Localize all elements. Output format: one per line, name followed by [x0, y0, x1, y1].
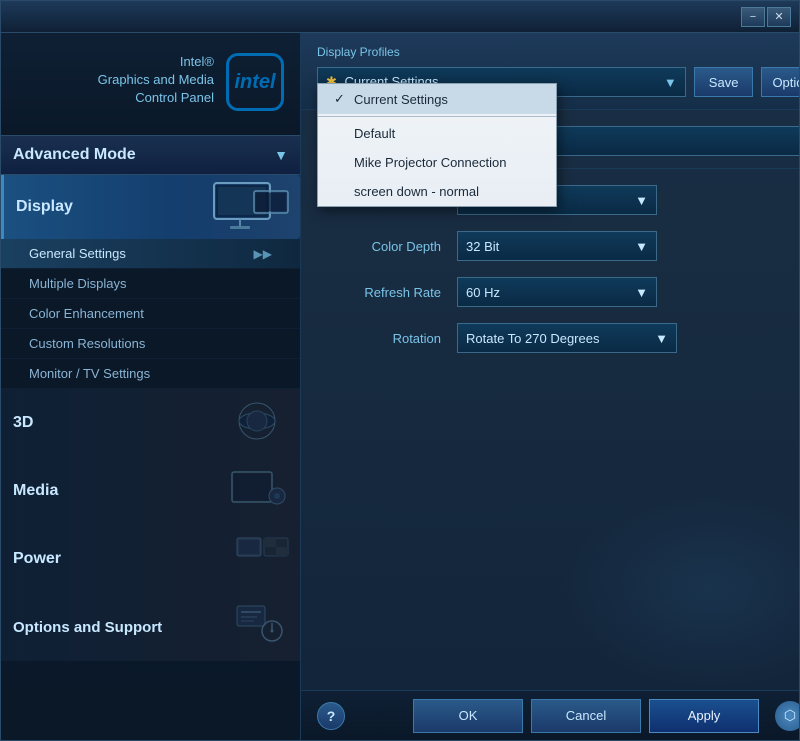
dropdown-item-mike-projector[interactable]: Mike Projector Connection [318, 148, 556, 177]
bottom-bar: ? OK Cancel Apply ⬡ pliki.pl [301, 690, 799, 740]
options-category-label: Options and Support [13, 619, 162, 636]
close-button[interactable]: ✕ [767, 7, 791, 27]
3d-icon [222, 396, 292, 450]
pliki-logo: ⬡ pliki.pl [775, 701, 799, 731]
media-category-icon [222, 464, 292, 514]
sidebar-header: Intel® Graphics and Media Control Panel … [1, 33, 300, 135]
main-window: − ✕ Intel® Graphics and Media Control Pa… [0, 0, 800, 741]
sidebar: Intel® Graphics and Media Control Panel … [1, 33, 301, 740]
mode-label: Advanced Mode [13, 146, 136, 164]
nav-category-header-options[interactable]: Options and Support [1, 593, 300, 661]
dropdown-item-current[interactable]: ✓ Current Settings [318, 84, 556, 114]
power-icon [232, 533, 292, 585]
color-depth-arrow-icon: ▼ [635, 239, 648, 254]
rotation-label: Rotation [317, 331, 457, 346]
mode-arrow-icon: ▼ [274, 147, 288, 163]
profile-section-label: Display Profiles [317, 45, 799, 59]
monitor-icon [212, 181, 292, 233]
cancel-button[interactable]: Cancel [531, 699, 641, 733]
color-depth-select[interactable]: 32 Bit ▼ [457, 231, 657, 261]
power-category-label: Power [13, 550, 61, 568]
profile-save-button[interactable]: Save [694, 67, 754, 97]
nav-section: Display [1, 175, 300, 740]
rotation-setting-row: Rotation Rotate To 270 Degrees ▼ [317, 323, 799, 353]
color-depth-setting-row: Color Depth 32 Bit ▼ [317, 231, 799, 261]
intel-logo: intel [226, 53, 284, 111]
profile-options-button[interactable]: Options ▼ [761, 67, 799, 97]
nav-category-header-3d[interactable]: 3D [1, 389, 300, 457]
nav-category-options[interactable]: Options and Support [1, 593, 300, 661]
power-category-icon [232, 533, 292, 581]
nav-sub-item-general-settings[interactable]: General Settings ▶▶ [1, 239, 300, 269]
display-sub-items: General Settings ▶▶ Multiple Displays Co… [1, 239, 300, 389]
3d-category-label: 3D [13, 414, 33, 432]
options-category-icon [232, 601, 292, 649]
nav-category-power[interactable]: Power [1, 525, 300, 593]
app-title: Intel® Graphics and Media Control Panel [98, 53, 214, 108]
rotation-select[interactable]: Rotate To 270 Degrees ▼ [457, 323, 677, 353]
mode-selector[interactable]: Advanced Mode ▼ [1, 135, 300, 175]
settings-background [561, 490, 799, 690]
refresh-rate-arrow-icon: ▼ [635, 285, 648, 300]
nav-sub-item-custom-resolutions[interactable]: Custom Resolutions [1, 329, 300, 359]
profile-section: Display Profiles ✱ Current Settings ▼ Sa… [301, 33, 799, 110]
nav-sub-item-multiple-displays[interactable]: Multiple Displays [1, 269, 300, 299]
3d-category-icon [222, 396, 292, 446]
display-category-icon [212, 182, 292, 232]
refresh-rate-setting-row: Refresh Rate 60 Hz ▼ [317, 277, 799, 307]
check-icon: ✓ [334, 91, 348, 107]
dropdown-divider [318, 116, 556, 117]
pliki-icon: ⬡ [775, 701, 799, 731]
rotation-arrow-icon: ▼ [655, 331, 668, 346]
profile-select-arrow-icon: ▼ [664, 75, 677, 90]
nav-category-header-media[interactable]: Media [1, 457, 300, 525]
resolution-arrow-icon: ▼ [635, 193, 648, 208]
help-button[interactable]: ? [317, 702, 345, 730]
nav-category-display[interactable]: Display [1, 175, 300, 389]
general-settings-arrow-icon: ▶▶ [254, 247, 272, 261]
nav-category-header-display[interactable]: Display [1, 175, 300, 239]
apply-button[interactable]: Apply [649, 699, 759, 733]
dropdown-item-screen-down[interactable]: screen down - normal [318, 177, 556, 206]
nav-sub-item-color-enhancement[interactable]: Color Enhancement [1, 299, 300, 329]
intel-logo-text: intel [234, 71, 275, 94]
nav-category-media[interactable]: Media [1, 457, 300, 525]
media-category-label: Media [13, 482, 58, 500]
ok-button[interactable]: OK [413, 699, 523, 733]
dropdown-item-default[interactable]: Default [318, 119, 556, 148]
nav-category-header-power[interactable]: Power [1, 525, 300, 593]
nav-sub-item-monitor-tv[interactable]: Monitor / TV Settings [1, 359, 300, 389]
media-icon [222, 464, 292, 518]
profile-dropdown-menu: ✓ Current Settings Default Mike Projecto… [317, 83, 557, 207]
refresh-rate-label: Refresh Rate [317, 285, 457, 300]
refresh-rate-select[interactable]: 60 Hz ▼ [457, 277, 657, 307]
color-depth-label: Color Depth [317, 239, 457, 254]
nav-category-3d[interactable]: 3D [1, 389, 300, 457]
right-panel: Display Profiles ✱ Current Settings ▼ Sa… [301, 33, 799, 740]
main-content: Intel® Graphics and Media Control Panel … [1, 33, 799, 740]
title-bar: − ✕ [1, 1, 799, 33]
minimize-button[interactable]: − [741, 7, 765, 27]
options-icon [232, 601, 292, 653]
display-category-label: Display [16, 198, 73, 216]
